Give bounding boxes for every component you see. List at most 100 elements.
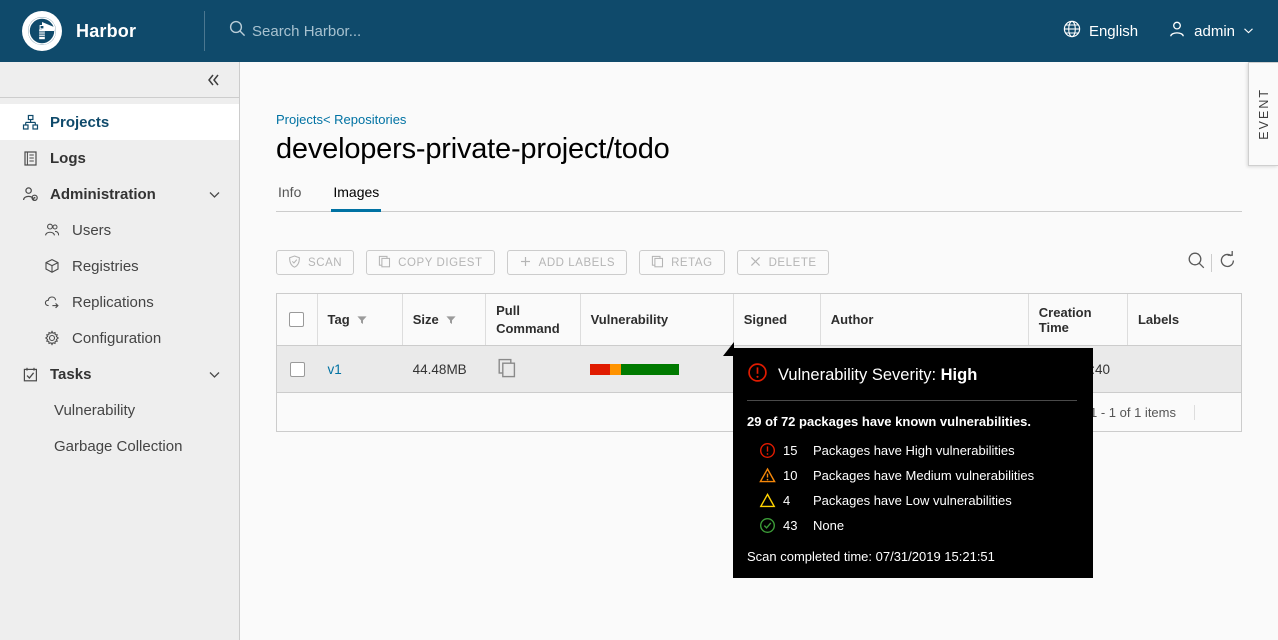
check-circle-green-icon xyxy=(759,517,783,534)
sidebar-item-label: Logs xyxy=(50,150,86,167)
brand[interactable]: Harbor xyxy=(0,11,200,51)
search-icon xyxy=(229,20,246,42)
scan-button[interactable]: SCAN xyxy=(276,250,354,275)
tab-bar: Info Images xyxy=(276,180,1242,212)
tooltip-header: Vulnerability Severity: High xyxy=(747,362,1077,401)
sidebar-item-label: Replications xyxy=(72,294,154,311)
tooltip-count: 10 xyxy=(783,468,813,483)
top-header: Harbor xyxy=(0,0,1278,62)
tooltip-severity: High xyxy=(941,366,978,384)
header-label: Size xyxy=(413,312,439,327)
header-signed: Signed xyxy=(734,294,821,345)
shield-check-icon xyxy=(288,255,301,271)
header-divider xyxy=(204,11,205,51)
button-label: DELETE xyxy=(769,257,817,269)
header-creation-time: Creation Time xyxy=(1029,294,1128,345)
tooltip-summary: 29 of 72 packages have known vulnerabili… xyxy=(747,401,1077,438)
table-header-row: Tag Size xyxy=(277,294,1241,346)
double-chevron-left-icon[interactable] xyxy=(205,71,223,89)
tooltip-text: None xyxy=(813,518,844,533)
button-label: COPY DIGEST xyxy=(398,257,482,269)
header-select-all xyxy=(277,294,318,345)
tooltip-row-medium: 10 Packages have Medium vulnerabilities xyxy=(747,463,1077,488)
tooltip-scan-time: Scan completed time: 07/31/2019 15:21:51 xyxy=(747,538,1077,564)
warning-triangle-orange-icon xyxy=(759,467,783,484)
filter-funnel-icon[interactable] xyxy=(445,314,457,326)
tooltip-pointer xyxy=(723,342,734,356)
sidebar-item-label: Configuration xyxy=(72,330,161,347)
breadcrumb-link[interactable]: Projects< Repositories xyxy=(276,112,406,127)
cell-tag: v1 xyxy=(317,346,402,392)
button-label: ADD LABELS xyxy=(539,257,615,269)
toolbar-right xyxy=(1181,248,1242,278)
vulnerability-bar[interactable] xyxy=(590,364,679,375)
user-label: admin xyxy=(1194,23,1235,40)
header-author: Author xyxy=(821,294,1029,345)
sidebar-item-vulnerability[interactable]: Vulnerability xyxy=(0,392,239,428)
copy-icon xyxy=(378,255,391,271)
sidebar-item-projects[interactable]: Projects xyxy=(0,104,239,140)
tooltip-count: 4 xyxy=(783,493,813,508)
sidebar: Projects Logs xyxy=(0,62,240,640)
sidebar-item-replications[interactable]: Replications xyxy=(0,284,239,320)
row-select-cell xyxy=(277,346,317,392)
tab-info[interactable]: Info xyxy=(276,180,303,212)
filter-funnel-icon[interactable] xyxy=(356,314,368,326)
sidebar-item-registries[interactable]: Registries xyxy=(0,248,239,284)
tab-images[interactable]: Images xyxy=(331,180,381,212)
harbor-lighthouse-logo xyxy=(22,11,62,51)
chevron-down-icon xyxy=(1243,23,1254,40)
delete-button[interactable]: DELETE xyxy=(737,250,829,275)
tooltip-text: Packages have Medium vulnerabilities xyxy=(813,468,1034,483)
search-input[interactable] xyxy=(252,23,572,40)
sidebar-item-logs[interactable]: Logs xyxy=(0,140,239,176)
header-label: Tag xyxy=(328,312,350,327)
plus-icon xyxy=(519,255,532,271)
sidebar-item-tasks[interactable]: Tasks xyxy=(0,356,239,392)
copy-digest-button[interactable]: COPY DIGEST xyxy=(366,250,494,275)
registry-box-icon xyxy=(44,258,66,274)
close-x-icon xyxy=(749,255,762,271)
header-pull-command: Pull Command xyxy=(486,294,581,345)
tooltip-text: Packages have High vulnerabilities xyxy=(813,443,1015,458)
refresh-button[interactable] xyxy=(1212,248,1242,278)
chevron-down-icon[interactable] xyxy=(208,188,221,201)
global-search[interactable] xyxy=(229,20,1063,42)
chevron-down-icon[interactable] xyxy=(208,368,221,381)
brand-name: Harbor xyxy=(76,21,136,42)
user-menu[interactable]: admin xyxy=(1168,20,1254,42)
select-all-checkbox[interactable] xyxy=(289,312,304,327)
copy-icon[interactable] xyxy=(496,357,518,382)
header-size: Size xyxy=(403,294,486,345)
sidebar-item-label: Projects xyxy=(50,114,109,131)
logs-icon xyxy=(22,150,44,167)
harbor-app: Harbor xyxy=(0,0,1278,640)
event-side-tab[interactable]: EVENT xyxy=(1248,62,1278,166)
tasks-checklist-icon xyxy=(22,366,44,383)
sidebar-item-users[interactable]: Users xyxy=(0,212,239,248)
add-labels-button[interactable]: ADD LABELS xyxy=(507,250,627,275)
gear-icon xyxy=(44,330,66,346)
sidebar-item-administration[interactable]: Administration xyxy=(0,176,239,212)
language-selector[interactable]: English xyxy=(1063,20,1138,42)
sidebar-item-label: Administration xyxy=(50,186,156,203)
tag-link[interactable]: v1 xyxy=(327,362,341,377)
tooltip-count: 15 xyxy=(783,443,813,458)
row-checkbox[interactable] xyxy=(290,362,305,377)
sidebar-item-configuration[interactable]: Configuration xyxy=(0,320,239,356)
sidebar-item-label: Users xyxy=(72,222,111,239)
breadcrumb: Projects< Repositories xyxy=(276,62,1242,127)
tooltip-text: Packages have Low vulnerabilities xyxy=(813,493,1012,508)
header-label: Command xyxy=(496,321,560,336)
table-search-button[interactable] xyxy=(1181,248,1211,278)
retag-button[interactable]: RETAG xyxy=(639,250,725,275)
sidebar-item-garbage-collection[interactable]: Garbage Collection xyxy=(0,428,239,464)
projects-icon xyxy=(22,114,44,131)
vuln-segment-medium xyxy=(610,364,621,375)
button-label: RETAG xyxy=(671,257,713,269)
cell-vulnerability xyxy=(580,346,733,392)
tooltip-row-none: 43 None xyxy=(747,513,1077,538)
triangle-yellow-icon xyxy=(759,492,783,509)
admin-user-gear-icon xyxy=(22,186,44,203)
tooltip-count: 43 xyxy=(783,518,813,533)
